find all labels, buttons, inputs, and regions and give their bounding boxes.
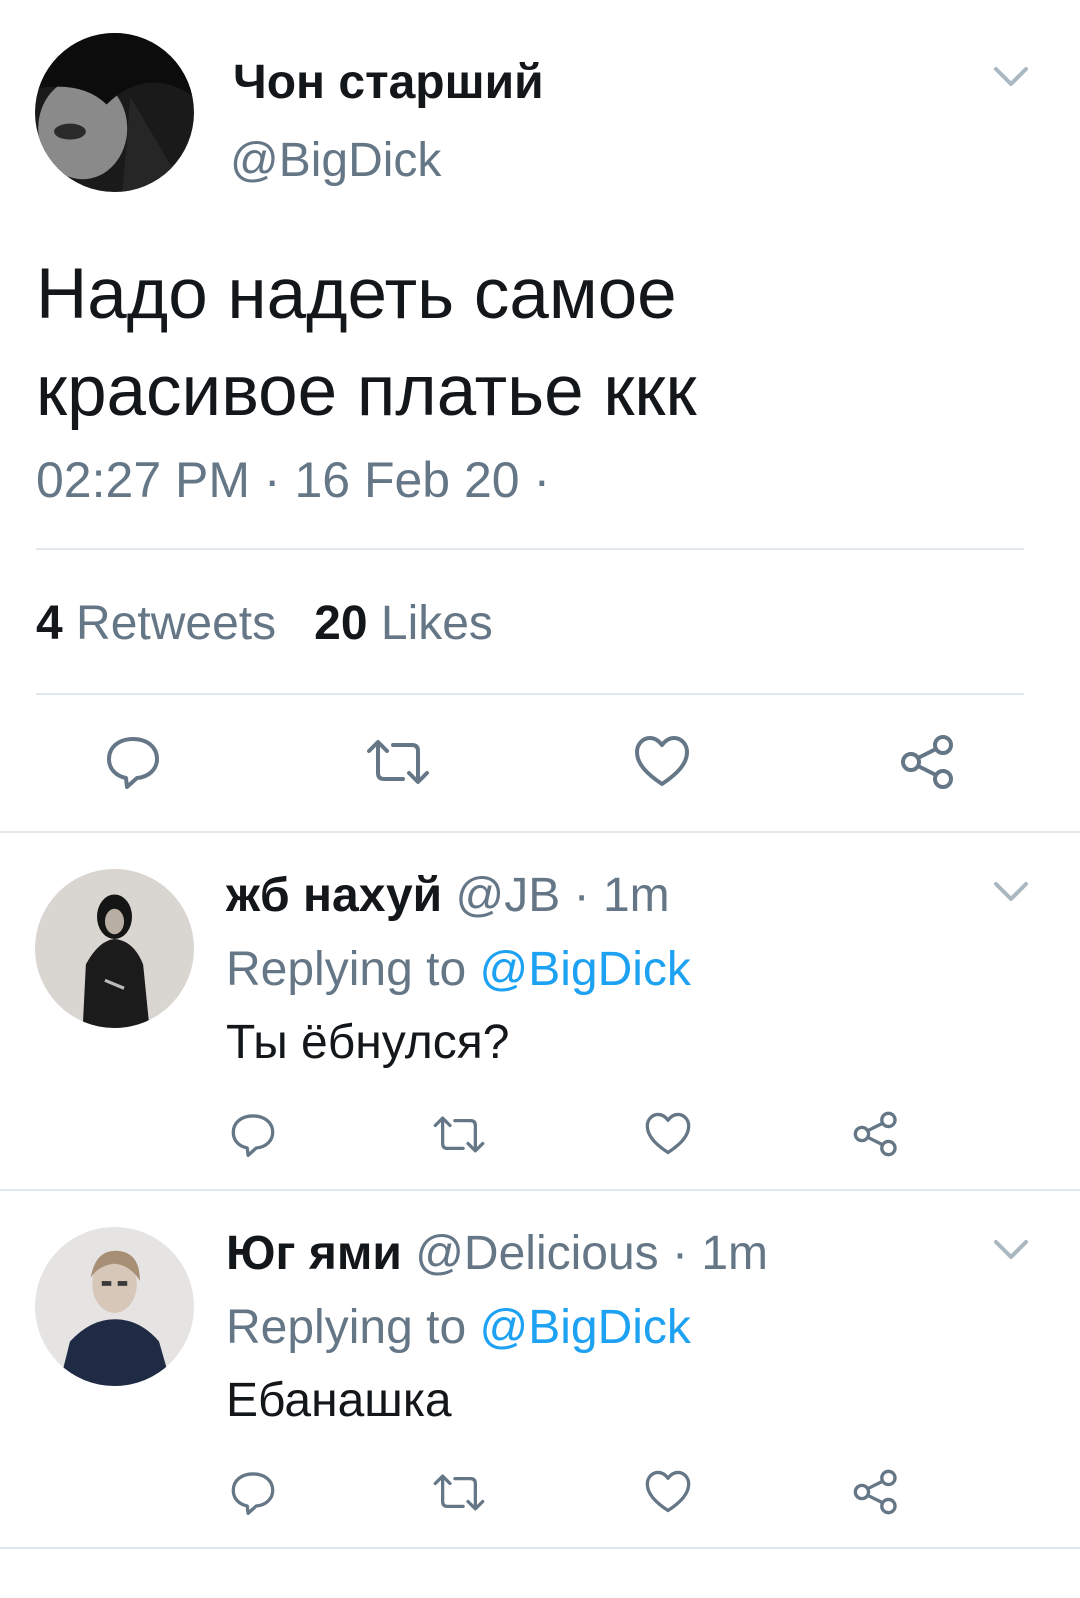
chevron-down-icon[interactable] (993, 1239, 1029, 1261)
retweet-icon[interactable] (432, 1472, 486, 1513)
share-icon[interactable] (852, 1468, 900, 1516)
divider (36, 693, 1024, 695)
reply-header: жб нахуй @JB · 1m (226, 868, 670, 923)
reply-author-handle[interactable]: @JB (456, 869, 561, 922)
share-icon[interactable] (899, 733, 957, 791)
reply-time: · 1m (672, 1227, 769, 1280)
tweet-stats: 4 Retweets 20 Likes (36, 596, 493, 651)
likes-stat[interactable]: 20 Likes (314, 597, 493, 650)
reply-author-handle[interactable]: @Delicious (415, 1227, 658, 1280)
divider (0, 831, 1080, 833)
like-count: 20 (314, 597, 368, 650)
author-avatar[interactable] (35, 33, 194, 192)
reply-icon[interactable] (230, 1469, 276, 1515)
reply-icon[interactable] (230, 1111, 276, 1157)
replying-to: Replying to @BigDick (226, 1300, 691, 1355)
reply-author-name[interactable]: Юг ями (226, 1227, 402, 1280)
tweet-text-line: красивое платье ккк (36, 352, 697, 431)
like-icon[interactable] (644, 1111, 692, 1156)
tweet-text: Надо надеть самое красивое платье ккк (36, 246, 1036, 440)
retweets-label: Retweets (76, 597, 277, 650)
replying-to-prefix: Replying to (226, 943, 467, 996)
like-icon[interactable] (644, 1469, 692, 1514)
share-icon[interactable] (852, 1110, 900, 1158)
divider (36, 548, 1024, 550)
replying-to-prefix: Replying to (226, 1301, 467, 1354)
replying-to: Replying to @BigDick (226, 942, 691, 997)
chevron-down-icon[interactable] (993, 881, 1029, 903)
divider (0, 1189, 1080, 1191)
reply-avatar[interactable] (35, 1227, 194, 1386)
retweet-count: 4 (36, 597, 63, 650)
tweet-text-line: Надо надеть самое (36, 255, 677, 334)
replying-to-link[interactable]: @BigDick (479, 1301, 690, 1354)
retweets-stat[interactable]: 4 Retweets (36, 597, 276, 650)
author-name[interactable]: Чон старший (233, 55, 544, 110)
divider (0, 1547, 1080, 1549)
reply-avatar[interactable] (35, 869, 194, 1028)
retweet-icon[interactable] (432, 1114, 486, 1155)
like-icon[interactable] (633, 734, 691, 788)
retweet-icon[interactable] (365, 737, 431, 787)
reply-author-name[interactable]: жб нахуй (226, 869, 442, 922)
author-handle[interactable]: @BigDick (230, 133, 441, 188)
reply-text: Ты ёбнулся? (226, 1016, 510, 1069)
tweet-timestamp: 02:27 PM · 16 Feb 20 · (36, 452, 551, 508)
reply-text: Ебанашка (226, 1374, 452, 1427)
reply-header: Юг ями @Delicious · 1m (226, 1226, 768, 1281)
replying-to-link[interactable]: @BigDick (479, 943, 690, 996)
chevron-down-icon[interactable] (993, 66, 1029, 88)
likes-label: Likes (380, 597, 493, 650)
reply-icon[interactable] (105, 733, 161, 789)
reply-time: · 1m (573, 869, 670, 922)
